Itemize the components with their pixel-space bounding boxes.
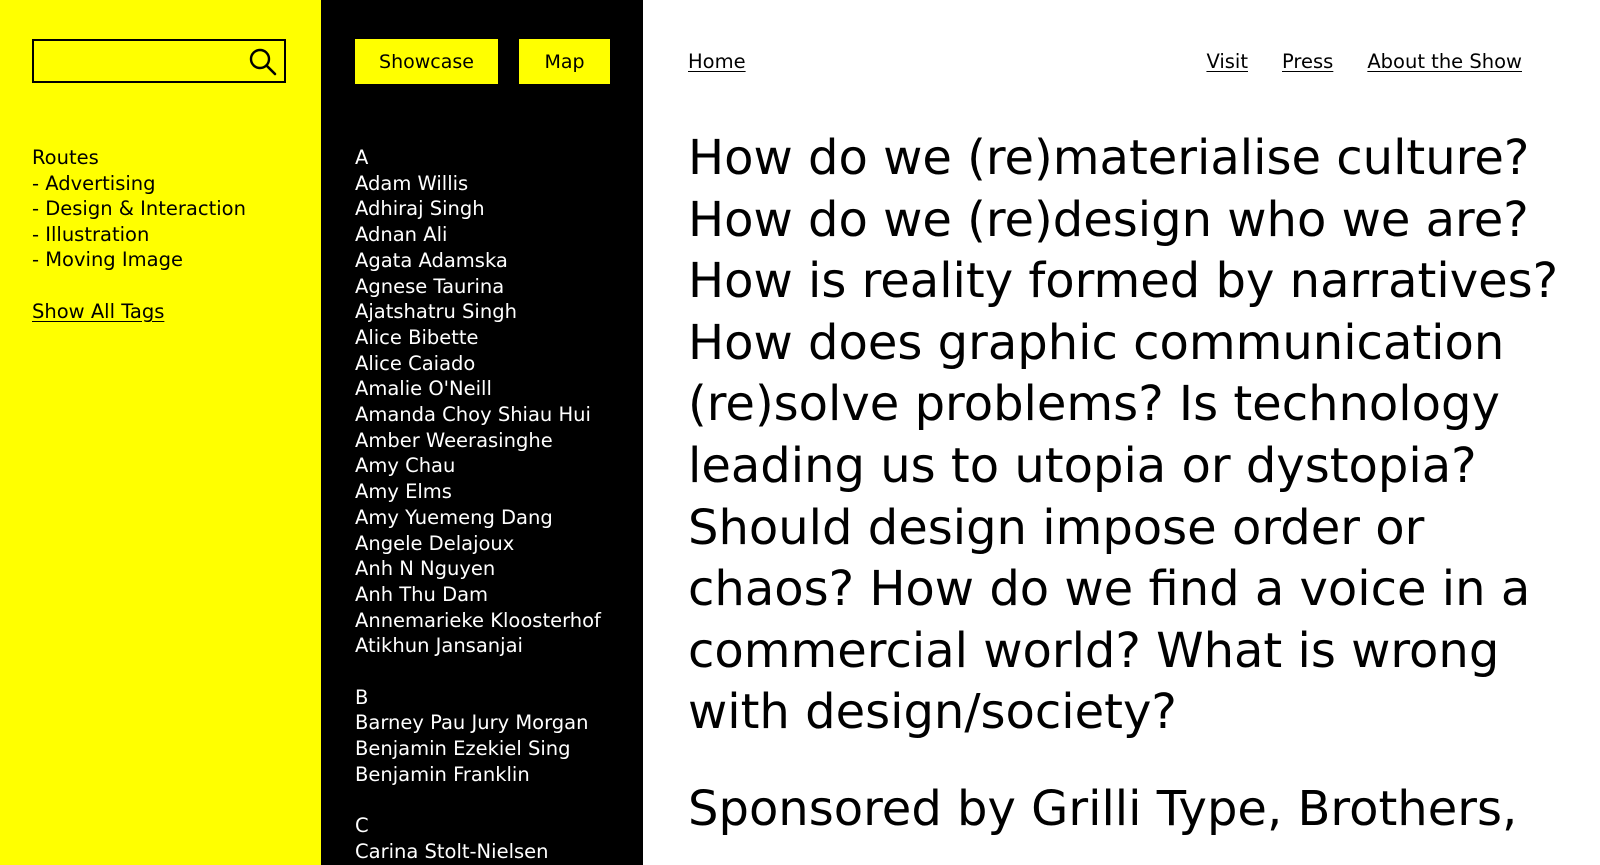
artist-link[interactable]: Carina Stolt-Nielsen bbox=[355, 839, 640, 865]
nav-press-link[interactable]: Press bbox=[1282, 50, 1333, 73]
route-moving-image[interactable]: - Moving Image bbox=[32, 247, 246, 273]
artist-link[interactable]: Agata Adamska bbox=[355, 248, 640, 274]
search-icon[interactable] bbox=[248, 47, 278, 77]
nav-visit-link[interactable]: Visit bbox=[1206, 50, 1248, 73]
search-input[interactable] bbox=[40, 47, 244, 77]
route-design-interaction[interactable]: - Design & Interaction bbox=[32, 196, 246, 222]
artist-link[interactable]: Benjamin Franklin bbox=[355, 762, 640, 788]
artist-index: Showcase Map A Adam Willis Adhiraj Singh Ad… bbox=[321, 0, 643, 865]
artist-link[interactable]: Alice Caiado bbox=[355, 351, 640, 377]
artist-group: C Carina Stolt-Nielsen bbox=[355, 813, 640, 864]
nav-about-link[interactable]: About the Show bbox=[1367, 50, 1522, 73]
route-illustration[interactable]: - Illustration bbox=[32, 222, 246, 248]
route-advertising[interactable]: - Advertising bbox=[32, 171, 246, 197]
main-content: Home Visit Press About the Show How do w… bbox=[643, 0, 1600, 865]
routes-title: Routes bbox=[32, 146, 99, 169]
nav-home-link[interactable]: Home bbox=[688, 50, 746, 73]
showcase-button[interactable]: Showcase bbox=[355, 39, 498, 84]
left-sidebar: Routes - Advertising - Design & Interact… bbox=[0, 0, 321, 865]
artist-link[interactable]: Amalie O'Neill bbox=[355, 376, 640, 402]
artist-link[interactable]: Barney Pau Jury Morgan bbox=[355, 710, 640, 736]
letter-heading: B bbox=[355, 685, 369, 709]
artist-link[interactable]: Atikhun Jansanjai bbox=[355, 633, 640, 659]
artist-link[interactable]: Adam Willis bbox=[355, 171, 640, 197]
artist-group: B Barney Pau Jury Morgan Benjamin Ezekiel … bbox=[355, 685, 640, 788]
routes-list: Routes - Advertising - Design & Interact… bbox=[32, 145, 246, 273]
artist-link[interactable]: Adhiraj Singh bbox=[355, 196, 640, 222]
artist-list: A Adam Willis Adhiraj Singh Adnan Ali Agata … bbox=[355, 145, 640, 865]
top-nav: Visit Press About the Show bbox=[1206, 50, 1522, 73]
artist-link[interactable]: Benjamin Ezekiel Sing bbox=[355, 736, 640, 762]
artist-link[interactable]: Adnan Ali bbox=[355, 222, 640, 248]
map-button[interactable]: Map bbox=[519, 39, 610, 84]
artist-link[interactable]: Agnese Taurina bbox=[355, 274, 640, 300]
artist-link[interactable]: Amber Weerasinghe bbox=[355, 428, 640, 454]
artist-group: A Adam Willis Adhiraj Singh Adnan Ali Agata … bbox=[355, 145, 640, 659]
show-all-tags-link[interactable]: Show All Tags bbox=[32, 300, 164, 323]
intro-text: How do we (re)materialise culture? How d… bbox=[688, 130, 1559, 741]
search-box bbox=[32, 39, 286, 83]
letter-heading: C bbox=[355, 814, 369, 838]
artist-link[interactable]: Ajatshatru Singh bbox=[355, 299, 640, 325]
letter-heading: A bbox=[355, 146, 369, 169]
artist-link[interactable]: Anh Thu Dam bbox=[355, 582, 640, 608]
artist-link[interactable]: Amy Yuemeng Dang bbox=[355, 505, 640, 531]
artist-link[interactable]: Anh N Nguyen bbox=[355, 556, 640, 582]
artist-link[interactable]: Annemarieke Kloosterhof bbox=[355, 608, 640, 634]
artist-link[interactable]: Amy Chau bbox=[355, 453, 640, 479]
artist-link[interactable]: Alice Bibette bbox=[355, 325, 640, 351]
artist-link[interactable]: Amy Elms bbox=[355, 479, 640, 505]
artist-link[interactable]: Amanda Choy Shiau Hui bbox=[355, 402, 640, 428]
artist-link[interactable]: Angele Delajoux bbox=[355, 531, 640, 557]
sponsor-text: Sponsored by Grilli Type, Brothers, bbox=[688, 781, 1518, 837]
